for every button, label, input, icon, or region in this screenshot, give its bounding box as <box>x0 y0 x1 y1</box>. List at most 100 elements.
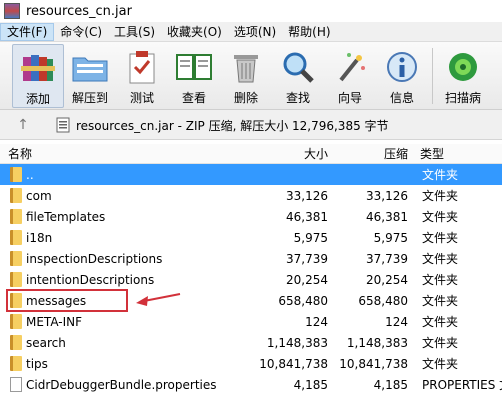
item-type: 文件夹 <box>422 336 459 350</box>
delete-button[interactable]: 删除 <box>220 44 272 108</box>
open-book-icon <box>175 48 213 86</box>
wizard-button[interactable]: 向导 <box>324 44 376 108</box>
info-icon <box>383 48 421 86</box>
folder-icon <box>10 314 22 329</box>
list-item[interactable]: .. 文件夹 <box>0 164 502 185</box>
item-type: PROPERTIES 文 <box>422 378 502 392</box>
item-name: fileTemplates <box>26 209 106 224</box>
view-label: 查看 <box>181 91 206 105</box>
folder-icon <box>10 230 22 245</box>
magnifier-icon <box>279 48 317 86</box>
delete-label: 删除 <box>233 91 258 105</box>
annotation-highlight-box <box>6 289 128 312</box>
menu-tools[interactable]: 工具(S) <box>108 23 161 41</box>
menu-help[interactable]: 帮助(H) <box>282 23 336 41</box>
column-packed[interactable]: 压缩 <box>384 145 408 162</box>
file-list: .. 文件夹 com 33,126 33,126 文件夹 fileTemplat… <box>0 164 502 395</box>
list-item[interactable]: search 1,148,383 1,148,383 文件夹 <box>0 332 502 353</box>
bug-icon <box>444 48 482 86</box>
folder-icon <box>10 356 22 371</box>
clipboard-check-icon <box>123 48 161 86</box>
item-size: 20,254 <box>286 272 328 287</box>
up-arrow-icon[interactable]: ↑ <box>10 114 36 136</box>
item-type: 文件夹 <box>422 231 459 245</box>
list-item[interactable]: intentionDescriptions 20,254 20,254 文件夹 <box>0 269 502 290</box>
title-bar: resources_cn.jar <box>0 0 502 22</box>
column-name[interactable]: 名称 <box>8 145 32 162</box>
item-packed: 1,148,383 <box>346 335 408 350</box>
item-name: CidrDebuggerBundle.properties <box>26 377 217 392</box>
folder-icon <box>10 272 22 287</box>
list-item[interactable]: fileTemplates 46,381 46,381 文件夹 <box>0 206 502 227</box>
toolbar-separator <box>432 48 433 104</box>
column-size[interactable]: 大小 <box>304 145 328 162</box>
toolbar: 添加 解压到 测试 查看 删除 查找 向导 信息 扫描病 <box>0 42 502 110</box>
scan-virus-button[interactable]: 扫描病 <box>437 44 489 108</box>
column-header: 名称 大小 压缩 类型 <box>0 144 502 164</box>
item-size: 46,381 <box>286 209 328 224</box>
item-type: 文件夹 <box>422 273 459 287</box>
item-name: i18n <box>26 230 53 245</box>
column-type[interactable]: 类型 <box>420 145 444 162</box>
magic-wand-icon <box>331 48 369 86</box>
wizard-label: 向导 <box>337 91 362 105</box>
test-label: 测试 <box>129 91 154 105</box>
item-name: tips <box>26 356 48 371</box>
item-type: 文件夹 <box>422 357 459 371</box>
view-button[interactable]: 查看 <box>168 44 220 108</box>
item-name: com <box>26 188 52 203</box>
archive-info-text: resources_cn.jar - ZIP 压缩, 解压大小 12,796,3… <box>76 118 389 133</box>
item-type: 文件夹 <box>422 315 459 329</box>
item-type: 文件夹 <box>422 252 459 266</box>
item-packed: 37,739 <box>366 251 408 266</box>
menu-file[interactable]: 文件(F) <box>0 22 55 41</box>
item-packed: 4,185 <box>373 377 408 392</box>
item-size: 124 <box>305 314 328 329</box>
list-item[interactable]: tips 10,841,738 10,841,738 文件夹 <box>0 353 502 374</box>
list-item[interactable]: META-INF 124 124 文件夹 <box>0 311 502 332</box>
scan-virus-label: 扫描病 <box>444 91 481 105</box>
item-packed: 658,480 <box>358 293 408 308</box>
info-label: 信息 <box>389 91 414 105</box>
menu-bar: 文件(F) 命令(C) 工具(S) 收藏夹(O) 选项(N) 帮助(H) <box>0 22 502 42</box>
item-type: 文件夹 <box>422 294 459 308</box>
extract-button[interactable]: 解压到 <box>64 44 116 108</box>
item-size: 5,975 <box>293 230 328 245</box>
extract-label: 解压到 <box>71 91 108 105</box>
folder-icon <box>10 335 22 350</box>
trash-icon <box>227 48 265 86</box>
item-size: 658,480 <box>278 293 328 308</box>
item-size: 33,126 <box>286 188 328 203</box>
folder-icon <box>10 188 22 203</box>
item-name: .. <box>26 167 34 182</box>
add-button[interactable]: 添加 <box>12 44 64 108</box>
menu-options[interactable]: 选项(N) <box>228 23 282 41</box>
item-packed: 46,381 <box>366 209 408 224</box>
folder-icon <box>10 209 22 224</box>
archive-path-field[interactable]: resources_cn.jar - ZIP 压缩, 解压大小 12,796,3… <box>56 114 496 136</box>
info-button[interactable]: 信息 <box>376 44 428 108</box>
menu-favorites[interactable]: 收藏夹(O) <box>161 23 228 41</box>
item-size: 1,148,383 <box>266 335 328 350</box>
item-packed: 5,975 <box>373 230 408 245</box>
archive-file-icon <box>56 117 70 133</box>
annotation-arrow <box>136 293 181 306</box>
item-packed: 10,841,738 <box>339 356 408 371</box>
address-bar: ↑ resources_cn.jar - ZIP 压缩, 解压大小 12,796… <box>0 110 502 140</box>
file-icon <box>10 377 22 392</box>
item-type: 文件夹 <box>422 168 459 182</box>
item-size: 10,841,738 <box>259 356 328 371</box>
winrar-app-icon <box>4 3 20 19</box>
item-size: 37,739 <box>286 251 328 266</box>
list-item[interactable]: com 33,126 33,126 文件夹 <box>0 185 502 206</box>
item-size: 4,185 <box>293 377 328 392</box>
menu-commands[interactable]: 命令(C) <box>54 23 108 41</box>
list-item[interactable]: i18n 5,975 5,975 文件夹 <box>0 227 502 248</box>
list-item[interactable]: CidrDebuggerBundle.properties 4,185 4,18… <box>0 374 502 395</box>
find-button[interactable]: 查找 <box>272 44 324 108</box>
list-item[interactable]: inspectionDescriptions 37,739 37,739 文件夹 <box>0 248 502 269</box>
test-button[interactable]: 测试 <box>116 44 168 108</box>
item-name: META-INF <box>26 314 83 329</box>
add-label: 添加 <box>25 92 50 106</box>
books-icon <box>19 49 57 87</box>
